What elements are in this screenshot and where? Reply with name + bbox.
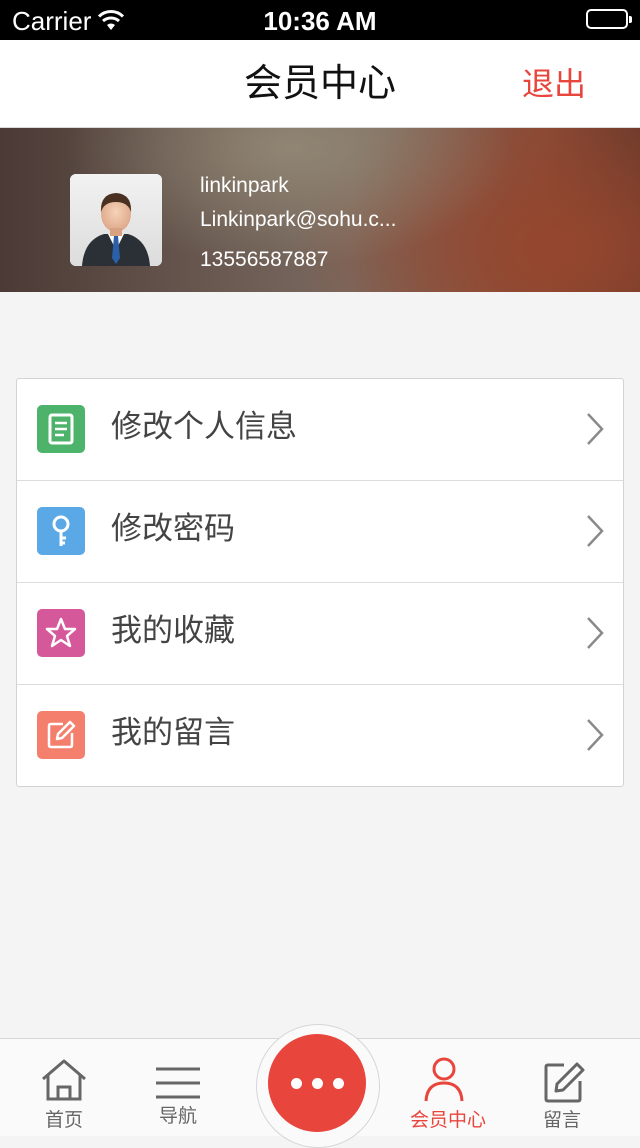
profile-banner: linkinpark Linkinpark@sohu.c... 13556587…	[0, 128, 640, 292]
menu-item-change-password[interactable]: 修改密码	[17, 481, 623, 583]
tab-home[interactable]: 首页	[0, 1039, 128, 1137]
username: linkinpark	[200, 174, 289, 197]
battery-icon	[586, 9, 632, 29]
clock: 10:36 AM	[263, 6, 377, 36]
nav-bar: 会员中心 退出	[0, 40, 640, 128]
user-email: Linkinpark@sohu.c...	[200, 208, 397, 231]
chevron-right-icon	[585, 513, 605, 554]
user-phone: 13556587887	[200, 248, 329, 271]
edit-icon	[37, 711, 85, 759]
tab-messages[interactable]: 留言	[498, 1039, 626, 1137]
menu-item-label: 修改个人信息	[111, 409, 297, 444]
tab-navigation[interactable]: 导航	[114, 1039, 242, 1137]
star-icon	[37, 609, 85, 657]
key-icon	[37, 507, 85, 555]
chevron-right-icon	[585, 717, 605, 758]
tab-label: 留言	[542, 1110, 581, 1131]
menu-item-label: 我的收藏	[111, 613, 235, 648]
tab-label: 首页	[44, 1110, 83, 1131]
tab-member-center[interactable]: 会员中心	[384, 1039, 512, 1137]
tab-label: 导航	[158, 1106, 197, 1127]
menu-item-label: 修改密码	[111, 511, 235, 546]
avatar-icon	[70, 174, 162, 266]
user-icon	[384, 1057, 512, 1105]
home-icon	[0, 1057, 128, 1105]
menu-item-favorites[interactable]: 我的收藏	[17, 583, 623, 685]
edit-icon	[498, 1057, 626, 1105]
more-icon	[268, 1076, 366, 1090]
avatar[interactable]	[70, 174, 162, 266]
menu-item-edit-profile[interactable]: 修改个人信息	[17, 379, 623, 481]
logout-button[interactable]: 退出	[522, 40, 586, 128]
more-button[interactable]	[268, 1034, 366, 1132]
status-bar: Carrier 10:36 AM	[0, 0, 640, 40]
chevron-right-icon	[585, 615, 605, 656]
menu-icon	[114, 1057, 242, 1105]
menu-item-label: 我的留言	[111, 715, 235, 750]
document-icon	[37, 405, 85, 453]
tab-label: 会员中心	[409, 1110, 486, 1131]
menu-item-messages[interactable]: 我的留言	[17, 685, 623, 786]
chevron-right-icon	[585, 411, 605, 452]
member-menu: 修改个人信息 修改密码 我的收藏 我的留言	[16, 378, 624, 787]
